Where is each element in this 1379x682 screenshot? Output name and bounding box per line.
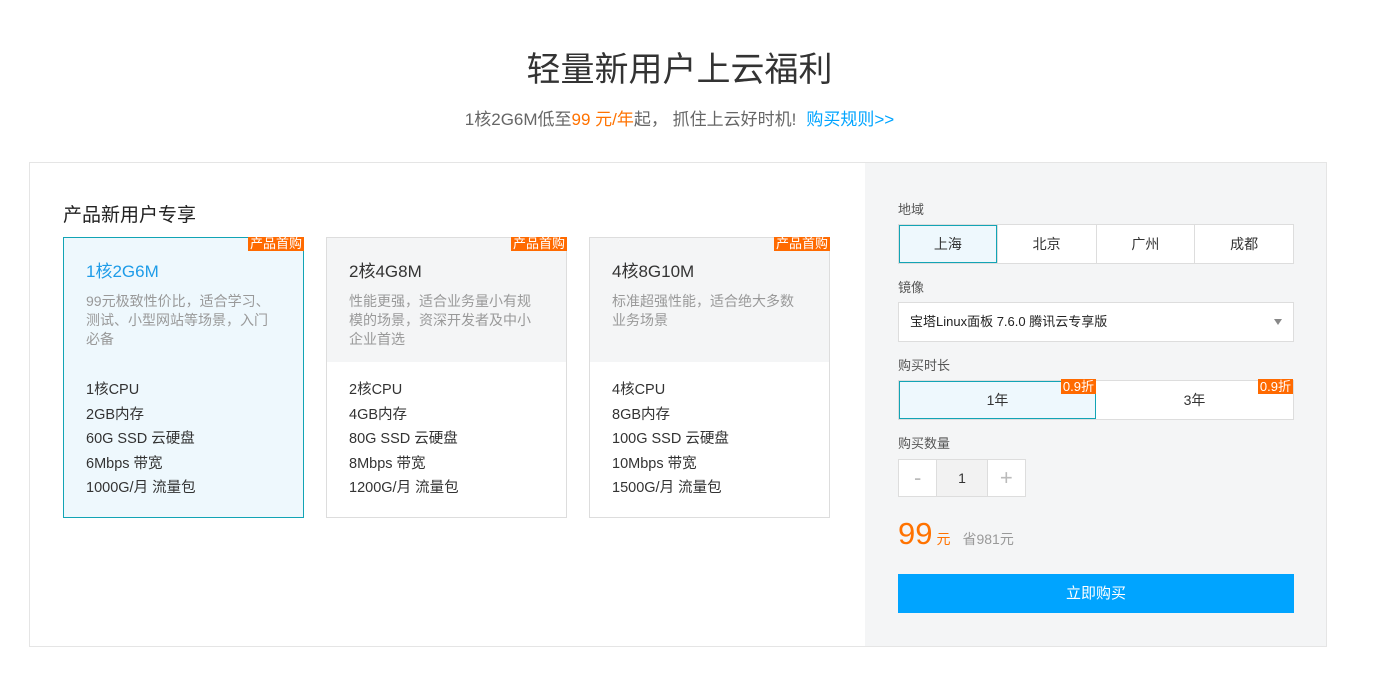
first-purchase-badge: 产品首购 (510, 237, 567, 251)
spec-cpu: 4核CPU (612, 382, 666, 398)
subtitle: 1核2G6M低至99 元/年起， 抓住上云好时机! 购买规则>> (0, 105, 1359, 130)
subtitle-suffix: 起， 抓住上云好时机! (633, 110, 797, 129)
spec-disk: 60G SSD 云硬盘 (86, 431, 195, 447)
product-card-4c8g10m[interactable]: 产品首购 4核8G10M 标准超强性能，适合绝大多数业务场景 4核CPU 8GB… (589, 237, 830, 518)
card-header: 1核2G6M 99元极致性价比，适合学习、测试、小型网站等场景，入门必备 (64, 238, 303, 362)
card-name: 2核4G8M (349, 262, 422, 281)
quantity-stepper: - 1 + (898, 459, 1026, 497)
spec-bandwidth: 8Mbps 带宽 (349, 455, 426, 472)
spec-bandwidth: 10Mbps 带宽 (612, 455, 697, 472)
duration-label-text: 1年 (986, 392, 1009, 408)
spec-memory: 2GB内存 (86, 406, 145, 423)
region-option-guangzhou[interactable]: 广州 (1095, 225, 1195, 263)
region-selector: 上海 北京 广州 成都 (898, 224, 1294, 264)
spec-traffic: 1500G/月 流量包 (612, 480, 722, 496)
region-option-beijing[interactable]: 北京 (996, 225, 1096, 263)
image-label: 镜像 (898, 280, 925, 295)
quantity-input[interactable]: 1 (936, 460, 988, 496)
card-description: 性能更强，适合业务量小有规模的场景，资深开发者及中小企业首选 (349, 293, 531, 347)
spec-memory: 4GB内存 (349, 406, 408, 423)
region-option-shanghai[interactable]: 上海 (899, 225, 997, 263)
first-purchase-badge: 产品首购 (773, 237, 830, 251)
price-unit: 元 (936, 531, 951, 547)
spec-disk: 100G SSD 云硬盘 (612, 431, 729, 447)
purchase-rules-link[interactable]: 购买规则>> (806, 110, 894, 129)
spec-disk: 80G SSD 云硬盘 (349, 431, 458, 447)
spec-traffic: 1200G/月 流量包 (349, 480, 459, 496)
decrement-button[interactable]: - (899, 460, 936, 496)
purchase-config: 地域 上海 北京 广州 成都 镜像 宝塔Linux面板 7.6.0 腾讯云专享版… (865, 163, 1326, 646)
region-label: 地域 (898, 202, 925, 217)
duration-label: 购买时长 (898, 358, 951, 373)
spec-bandwidth: 6Mbps 带宽 (86, 455, 163, 472)
card-specs: 4核CPU 8GB内存 100G SSD 云硬盘 10Mbps 带宽 1500G… (590, 362, 829, 501)
increment-button[interactable]: + (988, 460, 1025, 496)
savings-text: 省981元 (962, 531, 1014, 547)
spec-cpu: 2核CPU (349, 382, 403, 398)
discount-badge: 0.9折 (1060, 379, 1096, 394)
duration-option-3-year[interactable]: 3年 0.9折 (1096, 379, 1293, 419)
offer-panel: 产品新用户专享 产品首购 1核2G6M 99元极致性价比，适合学习、测试、小型网… (29, 162, 1327, 647)
spec-memory: 8GB内存 (612, 406, 671, 423)
subtitle-price: 99 元/年 (571, 110, 634, 129)
caret-down-icon (1274, 319, 1282, 325)
discount-badge: 0.9折 (1257, 379, 1293, 394)
price-row: 99 元省981元 (898, 516, 1014, 552)
first-purchase-badge: 产品首购 (247, 237, 304, 251)
quantity-label: 购买数量 (898, 436, 951, 451)
duration-selector: 1年 0.9折 3年 0.9折 (898, 379, 1294, 420)
card-specs: 1核CPU 2GB内存 60G SSD 云硬盘 6Mbps 带宽 1000G/月… (64, 362, 303, 501)
image-select-value: 宝塔Linux面板 7.6.0 腾讯云专享版 (910, 314, 1108, 329)
card-header: 4核8G10M 标准超强性能，适合绝大多数业务场景 (590, 238, 829, 362)
price-amount: 99 (898, 516, 933, 551)
product-section: 产品新用户专享 产品首购 1核2G6M 99元极致性价比，适合学习、测试、小型网… (30, 163, 865, 646)
subtitle-prefix: 1核2G6M低至 (464, 110, 572, 129)
card-name: 1核2G6M (86, 262, 159, 281)
duration-label-text: 3年 (1183, 392, 1206, 408)
product-card-2c4g8m[interactable]: 产品首购 2核4G8M 性能更强，适合业务量小有规模的场景，资深开发者及中小企业… (326, 237, 567, 518)
buy-now-button[interactable]: 立即购买 (898, 574, 1294, 613)
duration-option-1-year[interactable]: 1年 0.9折 (899, 379, 1096, 419)
image-select[interactable]: 宝塔Linux面板 7.6.0 腾讯云专享版 (898, 302, 1294, 342)
card-description: 99元极致性价比，适合学习、测试、小型网站等场景，入门必备 (86, 293, 270, 347)
page-title: 轻量新用户上云福利 (526, 51, 833, 89)
card-header: 2核4G8M 性能更强，适合业务量小有规模的场景，资深开发者及中小企业首选 (327, 238, 566, 362)
spec-traffic: 1000G/月 流量包 (86, 480, 196, 496)
card-name: 4核8G10M (612, 262, 695, 281)
product-card-1c2g6m[interactable]: 产品首购 1核2G6M 99元极致性价比，适合学习、测试、小型网站等场景，入门必… (63, 237, 304, 518)
section-title: 产品新用户专享 (63, 205, 197, 226)
card-specs: 2核CPU 4GB内存 80G SSD 云硬盘 8Mbps 带宽 1200G/月… (327, 362, 566, 501)
spec-cpu: 1核CPU (86, 382, 140, 398)
region-option-chengdu[interactable]: 成都 (1194, 225, 1293, 263)
card-description: 标准超强性能，适合绝大多数业务场景 (612, 293, 794, 328)
